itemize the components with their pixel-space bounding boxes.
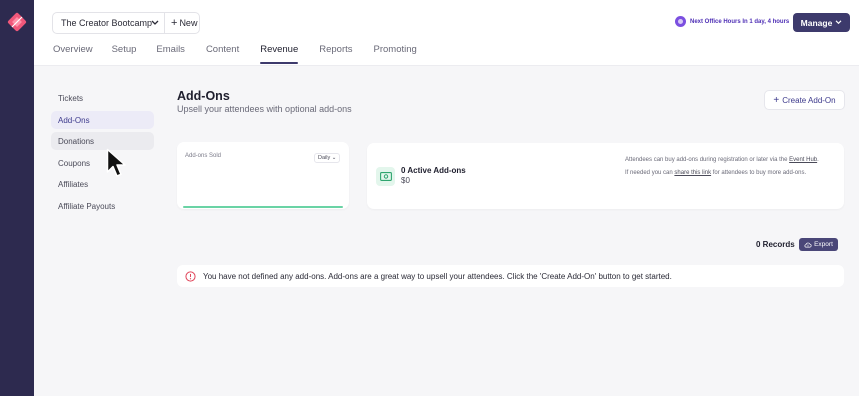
tab-content[interactable]: Content	[206, 44, 239, 64]
sidebar-item-tickets[interactable]: Tickets	[51, 89, 154, 107]
chevron-down-icon[interactable]	[146, 12, 164, 34]
export-label: Export	[814, 241, 833, 248]
add-ons-info: Attendees can buy add-ons during registr…	[625, 156, 830, 177]
chart-title: Add-ons Sold	[185, 153, 222, 159]
page-subtitle: Upsell your attendees with optional add-…	[177, 104, 352, 114]
chevron-down-icon	[835, 20, 842, 25]
top-bar: The Creator Bootcamp + New Next Office H…	[34, 0, 859, 66]
info-text: for attendees to buy more add-ons.	[712, 169, 807, 176]
mouse-pointer-icon	[106, 148, 126, 177]
tab-reports[interactable]: Reports	[319, 44, 352, 64]
clock-icon	[675, 16, 686, 27]
alert-message: You have not defined any add-ons. Add-on…	[203, 271, 672, 281]
left-rail	[0, 0, 34, 396]
money-icon	[376, 167, 395, 186]
plus-icon: +	[171, 17, 178, 29]
cloud-download-icon	[804, 242, 812, 247]
sidebar-item-add-ons[interactable]: Add-Ons	[51, 111, 154, 129]
period-select[interactable]: Daily ⌄	[314, 153, 341, 163]
create-add-on-button[interactable]: + Create Add-On	[764, 90, 845, 110]
tab-overview[interactable]: Overview	[53, 44, 93, 64]
period-label: Daily	[318, 155, 331, 161]
export-button[interactable]: Export	[799, 238, 838, 251]
sidebar-item-donations[interactable]: Donations	[51, 132, 154, 150]
empty-state-alert: You have not defined any add-ons. Add-on…	[177, 265, 844, 287]
sidebar-item-affiliate-payouts[interactable]: Affiliate Payouts	[51, 197, 154, 215]
tab-emails[interactable]: Emails	[156, 44, 185, 64]
tab-promoting[interactable]: Promoting	[374, 44, 417, 64]
plus-icon: +	[773, 94, 780, 106]
info-text: If needed you can	[625, 169, 673, 176]
app-logo-icon[interactable]	[7, 12, 27, 32]
sidebar-item-coupons[interactable]: Coupons	[51, 154, 154, 172]
new-event-button[interactable]: + New	[164, 12, 203, 34]
alert-circle-icon	[185, 270, 196, 282]
new-button-label: New	[179, 18, 198, 28]
records-count: 0 Records	[756, 240, 795, 249]
chart-series-line	[183, 206, 343, 208]
office-hours-notice[interactable]: Next Office Hours In 1 day, 4 hours	[675, 16, 789, 27]
tab-revenue[interactable]: Revenue	[260, 44, 299, 64]
tab-setup[interactable]: Setup	[112, 44, 137, 64]
active-add-ons-amount: $0	[401, 176, 410, 185]
manage-label: Manage	[800, 17, 833, 28]
event-tabs: Overview Setup Emails Content Revenue Re…	[53, 44, 417, 64]
page-title: Add-Ons	[177, 89, 230, 103]
chevron-down-icon: ⌄	[331, 155, 337, 161]
share-link[interactable]: share this link	[674, 170, 711, 176]
active-add-ons-count: 0 Active Add-ons	[401, 166, 466, 175]
add-ons-summary-card: 0 Active Add-ons $0 Attendees can buy ad…	[367, 143, 844, 209]
info-text: .	[817, 157, 819, 163]
office-hours-text: Next Office Hours In 1 day, 4 hours	[690, 18, 790, 25]
event-hub-link[interactable]: Event Hub	[789, 157, 817, 163]
info-text: Attendees can buy add-ons during registr…	[625, 157, 788, 163]
add-ons-sold-card: Add-ons Sold Daily ⌄	[177, 142, 349, 209]
sidebar-item-affiliates[interactable]: Affiliates	[51, 175, 154, 193]
create-add-on-label: Create Add-On	[782, 95, 836, 105]
manage-button[interactable]: Manage	[793, 13, 850, 32]
